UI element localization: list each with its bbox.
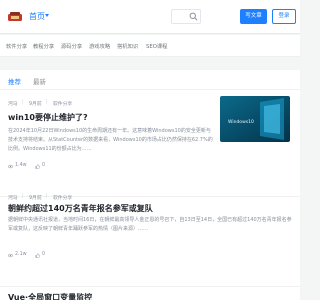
thumbs-up-icon[interactable] xyxy=(35,164,40,169)
article-item[interactable]: Vue·全局窗口变量监控 xyxy=(0,287,300,300)
category-link-seo[interactable]: SEO课程 xyxy=(146,42,167,50)
article-item[interactable]: 朝鲜约超过140万名青年报名参军或复队 据朝鲜中央通讯社报道，当地时间16日，在… xyxy=(0,197,300,267)
like-count: 0 xyxy=(42,252,46,257)
thumbs-up-icon[interactable] xyxy=(35,253,40,258)
tab-latest[interactable]: 最新 xyxy=(33,76,46,86)
meta-divider: | xyxy=(46,194,48,199)
category-link-knowledge[interactable]: 搭机知识 xyxy=(117,42,138,50)
article-thumbnail[interactable]: Windows10 xyxy=(220,96,290,142)
meta-divider: | xyxy=(46,100,48,105)
article-excerpt: 在2024年10月22日Windows10的生命周期还有一年。这意味着Windo… xyxy=(8,128,213,152)
like-count: 0 xyxy=(42,163,46,168)
eye-icon xyxy=(8,253,13,258)
home-nav-link[interactable]: 首页 xyxy=(29,11,45,22)
article-time: 9月前 xyxy=(29,102,42,107)
feed-tabs: 推荐 最新 xyxy=(0,70,300,90)
thumbnail-caption: Windows10 xyxy=(228,119,254,125)
article-time: 9月前 xyxy=(29,196,42,201)
article-item[interactable]: 河马 | 9月前 | 软件分享 win10要停止维护了? 在2024年10月22… xyxy=(0,96,300,182)
top-header: 首页 写文章 登录 xyxy=(0,0,300,34)
article-title[interactable]: Vue·全局窗口变量监控 xyxy=(8,292,92,300)
article-excerpt: 据朝鲜中央通讯社报道，当地时间16日，在朝鲜最高领导人金正恩的号召下，自13日至… xyxy=(8,217,292,232)
article-title[interactable]: 朝鲜约超过140万名青年报名参军或复队 xyxy=(8,203,153,214)
article-author[interactable]: 河马 xyxy=(8,100,18,107)
category-link-source[interactable]: 源码分享 xyxy=(61,42,82,50)
meta-divider: | xyxy=(22,100,24,105)
login-button[interactable]: 登录 xyxy=(272,9,296,24)
chevron-down-icon[interactable] xyxy=(45,14,49,17)
category-link-tutorials[interactable]: 教程分享 xyxy=(33,42,54,50)
tab-recommended[interactable]: 推荐 xyxy=(8,76,21,86)
meta-divider: | xyxy=(22,194,24,199)
search-icon[interactable] xyxy=(189,12,198,21)
site-logo[interactable] xyxy=(8,12,22,21)
article-category[interactable]: 软件分享 xyxy=(53,194,72,201)
view-count: 2.1w xyxy=(15,252,27,257)
category-link-games[interactable]: 游戏攻略 xyxy=(89,42,110,50)
write-article-button[interactable]: 写文章 xyxy=(240,9,267,24)
article-author[interactable]: 河马 xyxy=(8,194,18,201)
view-count: 1.4w xyxy=(15,163,27,168)
article-category[interactable]: 软件分享 xyxy=(53,100,72,107)
article-feed: 推荐 最新 河马 | 9月前 | 软件分享 win10要停止维护了? 在2024… xyxy=(0,70,300,300)
category-nav: 软件分享 教程分享 源码分享 游戏攻略 搭机知识 SEO课程 xyxy=(0,35,300,57)
category-link-software[interactable]: 软件分享 xyxy=(6,42,27,50)
eye-icon xyxy=(8,164,13,169)
article-title[interactable]: win10要停止维护了? xyxy=(8,112,88,123)
